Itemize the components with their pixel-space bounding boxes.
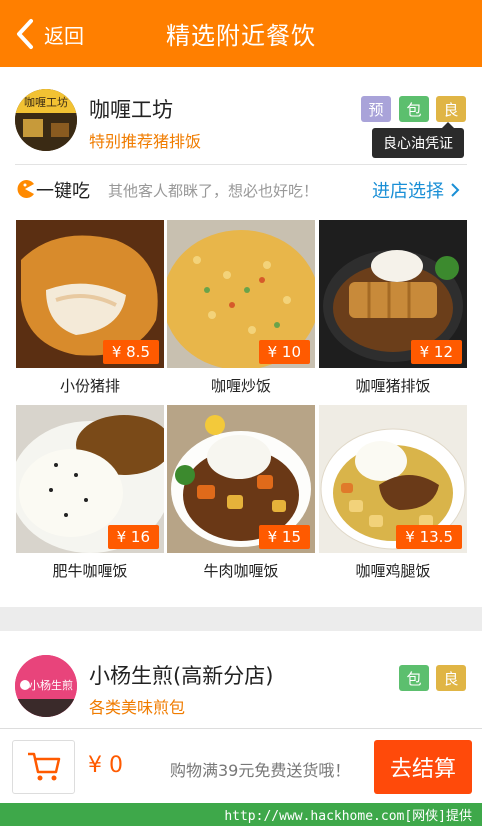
quick-order-hint: 其他客人都眯了，想必也好吃！ xyxy=(108,182,319,200)
shop-logo: 小杨生煎 xyxy=(15,655,77,717)
food-image: ¥ 13.5 xyxy=(319,405,467,553)
enter-shop-label: 进店选择 xyxy=(372,181,444,202)
food-name: 咖喱鸡腿饭 xyxy=(355,562,431,580)
watermark: http://www.hackhome.com[网侠]提供 xyxy=(0,803,482,826)
food-name: 肥牛咖喱饭 xyxy=(52,562,128,580)
food-item[interactable]: ¥ 16 肥牛咖喱饭 xyxy=(16,405,164,581)
food-image: ¥ 10 xyxy=(167,220,315,368)
tag-package[interactable]: 包 xyxy=(399,96,429,122)
price-badge: ¥ 8.5 xyxy=(102,340,159,364)
checkout-button[interactable]: 去结算 xyxy=(374,740,472,794)
tag-quality[interactable]: 良 xyxy=(436,96,466,122)
back-button[interactable]: 返回 xyxy=(14,14,84,54)
price-badge: ¥ 13.5 xyxy=(396,525,462,549)
quick-order-row: 一键吃 其他客人都眯了，想必也好吃！ 进店选择 xyxy=(0,169,482,209)
price-badge: ¥ 15 xyxy=(258,525,310,549)
shop-subtitle: 特别推荐猪排饭 xyxy=(89,132,202,151)
food-name: 牛肉咖喱饭 xyxy=(203,562,279,580)
shop-name: 咖喱工坊 xyxy=(89,98,173,122)
food-item[interactable]: ¥ 8.5 小份猪排 xyxy=(16,220,164,396)
shop-logo: 咖喱工坊 xyxy=(15,89,77,151)
shop-header[interactable]: 咖喱工坊 咖喱工坊 特别推荐猪排饭 预 包 良 良心油凭证 xyxy=(0,67,482,164)
divider xyxy=(15,164,467,165)
chevron-left-icon xyxy=(17,19,33,49)
food-item[interactable]: ¥ 12 咖喱猪排饭 xyxy=(319,220,467,396)
quick-order-label: 一键吃 xyxy=(36,181,90,202)
food-item[interactable]: ¥ 15 牛肉咖喱饭 xyxy=(167,405,315,581)
shop-name: 小杨生煎(高新分店) xyxy=(89,664,274,688)
food-name: 咖喱猪排饭 xyxy=(355,377,431,395)
food-image: ¥ 8.5 xyxy=(16,220,164,368)
chevron-right-icon xyxy=(451,183,460,197)
page-title: 精选附近餐饮 xyxy=(166,22,316,50)
food-item[interactable]: ¥ 10 咖喱炒饭 xyxy=(167,220,315,396)
cart-total: ¥ 0 xyxy=(88,753,123,778)
food-name: 小份猪排 xyxy=(59,377,120,395)
price-badge: ¥ 12 xyxy=(410,340,462,364)
cart-icon xyxy=(27,752,60,781)
food-image: ¥ 16 xyxy=(16,405,164,553)
food-image: ¥ 15 xyxy=(167,405,315,553)
price-badge: ¥ 10 xyxy=(258,340,310,364)
food-image: ¥ 12 xyxy=(319,220,467,368)
cart-bar: ¥ 0 购物满39元免费送货哦！ 去结算 xyxy=(0,728,482,803)
shop-card: 咖喱工坊 咖喱工坊 特别推荐猪排饭 预 包 良 良心油凭证 一键吃 其他客人都眯… xyxy=(0,67,482,607)
cart-button[interactable] xyxy=(12,740,75,794)
enter-shop-link[interactable]: 进店选择 xyxy=(372,177,460,203)
food-name: 咖喱炒饭 xyxy=(210,377,271,395)
shop-card[interactable]: 小杨生煎 小杨生煎(高新分店) 各类美味煎包 包 良 xyxy=(0,631,482,728)
logo-text: 咖喱工坊 xyxy=(24,95,68,109)
delivery-promo: 购物满39元免费送货哦！ xyxy=(170,761,351,780)
logo-text: 小杨生煎 xyxy=(29,678,73,692)
quality-tooltip: 良心油凭证 xyxy=(372,122,464,158)
back-label: 返回 xyxy=(44,23,84,48)
pacman-icon xyxy=(17,180,34,198)
price-badge: ¥ 16 xyxy=(107,525,159,549)
tag-package[interactable]: 包 xyxy=(399,665,429,691)
top-bar: 返回 精选附近餐饮 xyxy=(0,0,482,67)
food-item[interactable]: ¥ 13.5 咖喱鸡腿饭 xyxy=(319,405,467,581)
tag-quality[interactable]: 良 xyxy=(436,665,466,691)
tag-reserve[interactable]: 预 xyxy=(361,96,391,122)
shop-subtitle: 各类美味煎包 xyxy=(89,698,186,717)
